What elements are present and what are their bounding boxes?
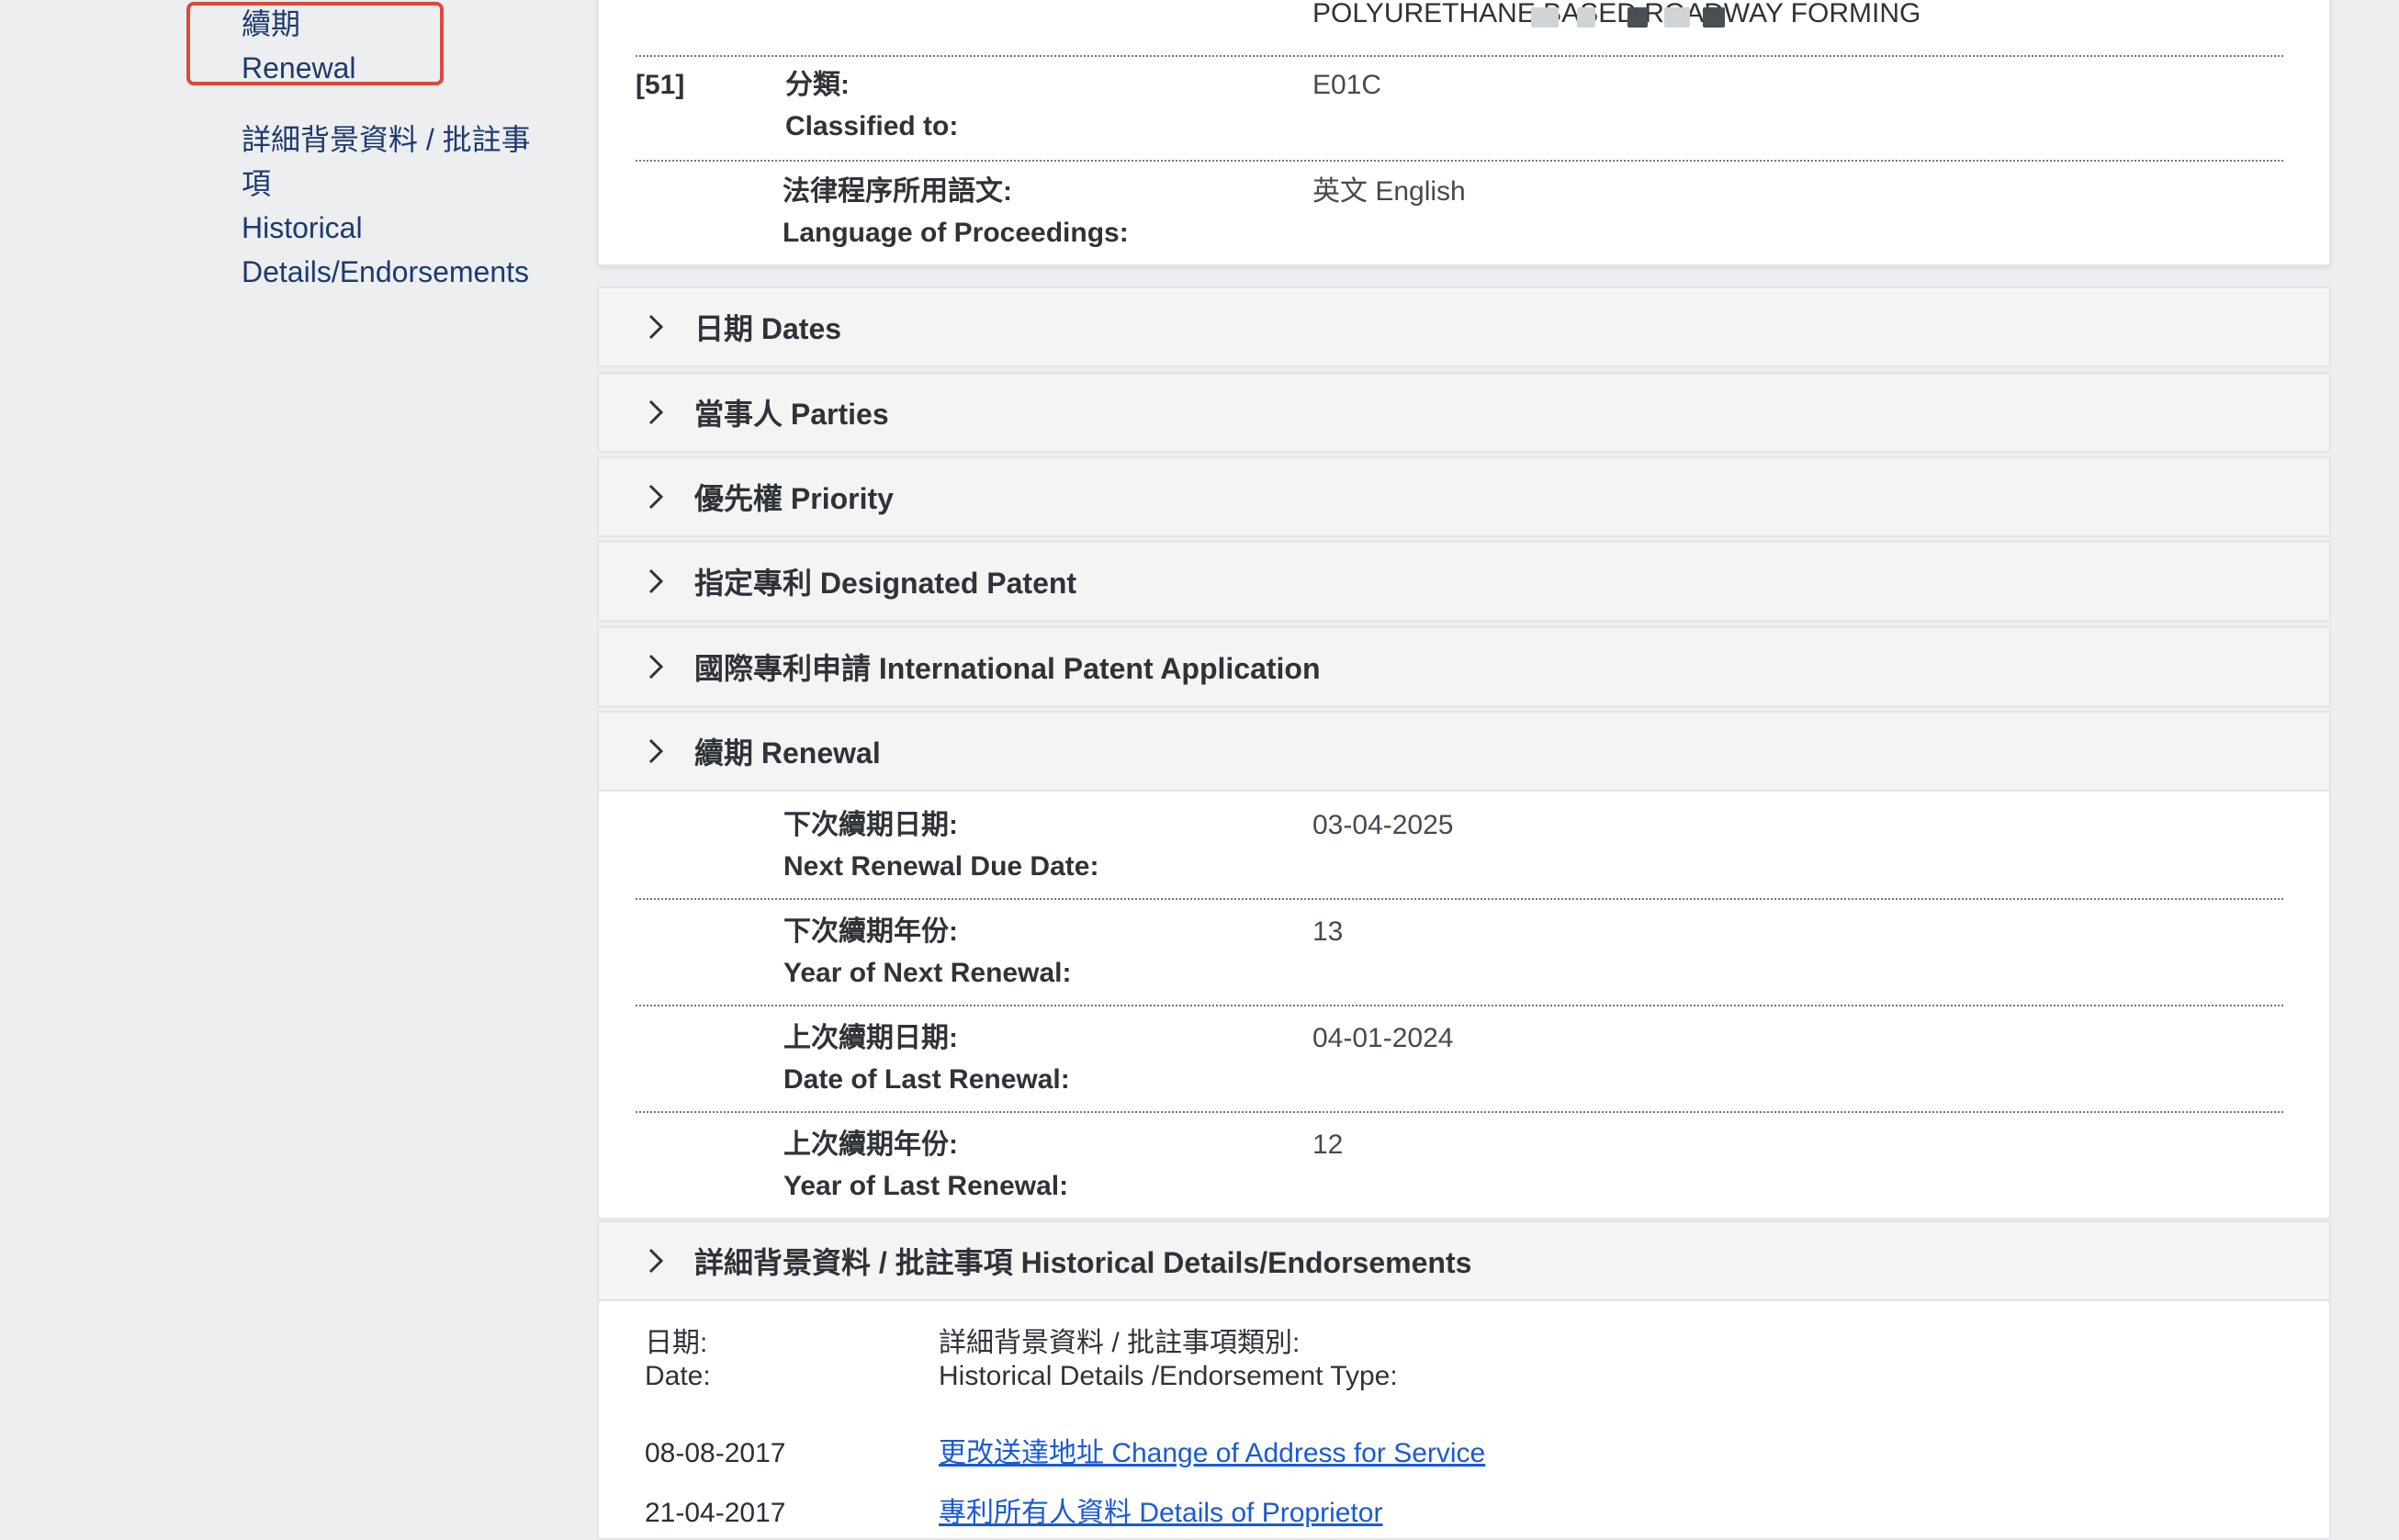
redaction-block: [1627, 7, 1648, 28]
next-renewal-due-label-en: Next Renewal Due Date:: [783, 851, 1099, 882]
history-type-header-en: Historical Details /Endorsement Type:: [939, 1361, 1398, 1391]
accordion-parties[interactable]: 當事人 Parties: [597, 372, 2331, 453]
next-renewal-year-label: 下次續期年份: Year of Next Renewal:: [783, 911, 1071, 994]
side-navigation: 續期 Renewal 詳細背景資料 / 批註事 項 Historical Det…: [0, 0, 588, 1528]
classification-label-zh: 分類:: [785, 70, 850, 100]
last-renewal-year-label: 上次續期年份: Year of Last Renewal:: [783, 1124, 1068, 1207]
last-renewal-date-label: 上次續期日期: Date of Last Renewal:: [783, 1017, 1070, 1100]
last-renewal-date-label-zh: 上次續期日期:: [783, 1023, 958, 1053]
last-renewal-year-label-zh: 上次續期年份:: [783, 1130, 958, 1160]
redaction-block: [1703, 7, 1725, 28]
classification-label: 分類: Classified to:: [785, 64, 958, 147]
next-renewal-due-label: 下次續期日期: Next Renewal Due Date:: [783, 804, 1098, 887]
classification-value: E01C: [1312, 70, 1382, 100]
sidebar-item-historical-details[interactable]: 詳細背景資料 / 批註事 項 Historical Details/Endors…: [242, 118, 531, 294]
redaction-block: [1531, 7, 1559, 28]
classification-label-en: Classified to:: [785, 111, 959, 141]
patent-title-text: POLYURETHANE BASED ROADWAY FORMING: [1312, 0, 1921, 28]
renewal-last-year-row: 上次續期年份: Year of Last Renewal: 12: [636, 1111, 2283, 1218]
chevron-right-icon: [637, 1242, 674, 1279]
basic-info-card: POLYURETHANE BASED ROADWAY FORMING [51] …: [597, 0, 2331, 266]
last-renewal-date-value: 04-01-2024: [1312, 1023, 1454, 1053]
sidebar-item-renewal-en: Renewal: [242, 51, 356, 84]
next-renewal-year-label-zh: 下次續期年份:: [783, 916, 958, 947]
renewal-panel: 下次續期日期: Next Renewal Due Date: 03-04-202…: [597, 792, 2331, 1220]
accordion-designated-patent-title: 指定專利 Designated Patent: [694, 567, 1077, 600]
sidebar-item-renewal-zh: 續期: [242, 7, 301, 40]
chevron-right-icon: [637, 563, 674, 600]
history-entry-date: 21-04-2017: [645, 1498, 786, 1528]
next-renewal-due-label-zh: 下次續期日期:: [783, 810, 958, 840]
renewal-next-due-row: 下次續期日期: Next Renewal Due Date: 03-04-202…: [636, 792, 2283, 900]
sidebar-item-historical-zh-2: 項: [242, 167, 272, 200]
history-entry-link[interactable]: 更改送達地址 Change of Address for Service: [939, 1433, 1485, 1474]
accordion-renewal[interactable]: 續期 Renewal: [597, 711, 2331, 792]
accordion-parties-title: 當事人 Parties: [694, 398, 889, 431]
title-row: POLYURETHANE BASED ROADWAY FORMING: [636, 0, 2283, 57]
chevron-right-icon: [637, 478, 674, 515]
language-row: 法律程序所用語文: Language of Proceedings: 英文 En…: [636, 160, 2283, 261]
redaction-block: [1664, 7, 1690, 28]
sidebar-item-historical-en-2: Details/Endorsements: [242, 255, 530, 288]
renewal-last-date-row: 上次續期日期: Date of Last Renewal: 04-01-2024: [636, 1005, 2283, 1113]
chevron-right-icon: [637, 394, 674, 431]
next-renewal-due-value: 03-04-2025: [1312, 810, 1454, 840]
accordion-designated-patent[interactable]: 指定專利 Designated Patent: [597, 541, 2331, 622]
accordion-dates-title: 日期 Dates: [694, 312, 842, 345]
next-renewal-year-label-en: Year of Next Renewal:: [783, 958, 1072, 988]
accordion-international-application[interactable]: 國際專利申請 International Patent Application: [597, 626, 2331, 707]
language-value: 英文 English: [1312, 176, 1466, 207]
last-renewal-year-value: 12: [1312, 1130, 1344, 1160]
chevron-right-icon: [637, 309, 674, 345]
language-label: 法律程序所用語文: Language of Proceedings:: [783, 171, 1129, 253]
chevron-right-icon: [637, 733, 674, 770]
last-renewal-year-label-en: Year of Last Renewal:: [783, 1171, 1069, 1201]
accordion-historical-details[interactable]: 詳細背景資料 / 批註事項 Historical Details/Endorse…: [597, 1220, 2331, 1301]
accordion-historical-details-title: 詳細背景資料 / 批註事項 Historical Details/Endorse…: [694, 1246, 1472, 1279]
classification-row: [51] 分類: Classified to: E01C: [636, 55, 2283, 162]
history-date-header-en: Date:: [645, 1361, 711, 1391]
sidebar-item-historical-zh-1: 詳細背景資料 / 批註事: [242, 123, 531, 156]
history-entry-link[interactable]: 專利所有人資料 Details of Proprietor: [939, 1492, 1382, 1534]
sidebar-item-renewal[interactable]: 續期 Renewal: [242, 2, 356, 90]
history-date-header-zh: 日期:: [645, 1328, 708, 1358]
next-renewal-year-value: 13: [1312, 916, 1344, 947]
language-label-zh: 法律程序所用語文:: [783, 176, 1012, 207]
renewal-next-year-row: 下次續期年份: Year of Next Renewal: 13: [636, 898, 2283, 1006]
chevron-right-icon: [637, 648, 674, 685]
accordion-renewal-title: 續期 Renewal: [694, 736, 881, 770]
sidebar-item-historical-en-1: Historical: [242, 211, 363, 244]
history-type-header-zh: 詳細背景資料 / 批註事項類別:: [939, 1328, 1301, 1358]
historical-details-panel: 日期: Date: 詳細背景資料 / 批註事項類別: Historical De…: [597, 1301, 2331, 1540]
classification-code: [51]: [636, 70, 685, 100]
accordion-international-application-title: 國際專利申請 International Patent Application: [694, 652, 1321, 685]
accordion-priority[interactable]: 優先權 Priority: [597, 456, 2331, 537]
accordion-dates[interactable]: 日期 Dates: [597, 287, 2331, 367]
last-renewal-date-label-en: Date of Last Renewal:: [783, 1064, 1070, 1095]
history-type-header: 詳細背景資料 / 批註事項類別: Historical Details /End…: [939, 1327, 1398, 1393]
history-entry-date: 08-08-2017: [645, 1438, 786, 1468]
redaction-block: [1577, 7, 1595, 28]
language-label-en: Language of Proceedings:: [783, 218, 1129, 248]
history-date-header: 日期: Date:: [645, 1327, 711, 1393]
accordion-priority-title: 優先權 Priority: [694, 482, 894, 515]
